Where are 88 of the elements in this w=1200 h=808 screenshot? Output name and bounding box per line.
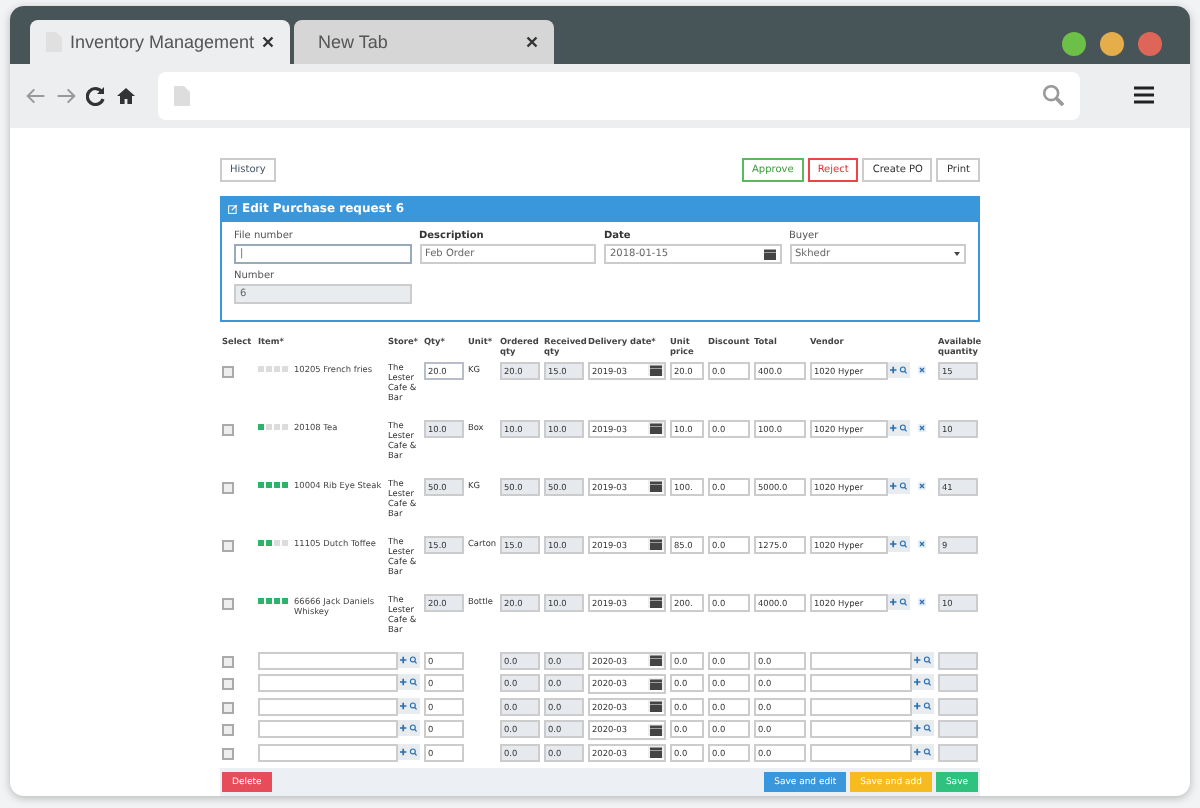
calendar-icon[interactable] (648, 677, 664, 690)
search-icon[interactable] (1042, 84, 1064, 107)
add-search-button[interactable] (888, 593, 910, 609)
calendar-icon[interactable] (648, 422, 664, 435)
vendor-field[interactable] (810, 651, 912, 669)
add-search-button[interactable] (398, 720, 420, 736)
add-search-icon (890, 539, 908, 547)
home-icon[interactable] (116, 85, 136, 106)
reload-icon[interactable] (86, 85, 106, 106)
add-search-icon (914, 678, 932, 686)
remove-icon[interactable] (918, 481, 926, 489)
add-search-button[interactable] (888, 419, 910, 435)
add-search-icon (890, 423, 908, 431)
page-icon (174, 85, 190, 106)
window-button[interactable] (1062, 32, 1086, 56)
add-search-icon (890, 481, 908, 489)
close-icon[interactable] (526, 36, 538, 49)
add-search-icon (890, 597, 908, 605)
add-search-button[interactable] (912, 674, 934, 690)
calendar-icon[interactable] (648, 700, 664, 713)
stock-level-bar (258, 481, 290, 487)
item-field[interactable] (258, 651, 398, 669)
item-field[interactable] (258, 674, 398, 692)
add-search-button[interactable] (398, 697, 420, 713)
add-search-button[interactable] (888, 477, 910, 493)
calendar-icon[interactable] (648, 746, 664, 759)
checkbox[interactable] (222, 678, 234, 690)
browser-tab[interactable]: Inventory Management (30, 20, 290, 65)
available-quantity-field (938, 674, 978, 692)
checkbox[interactable] (222, 597, 234, 609)
add-search-icon (890, 365, 908, 373)
caret-icon (954, 251, 960, 255)
vendor-field[interactable] (810, 697, 912, 715)
checkbox[interactable] (222, 747, 234, 759)
add-search-button[interactable] (398, 743, 420, 759)
add-search-icon (400, 678, 418, 686)
checkbox[interactable] (222, 539, 234, 551)
add-search-icon (914, 655, 932, 663)
checkbox[interactable] (222, 701, 234, 713)
available-quantity-field (938, 697, 978, 715)
add-search-button[interactable] (912, 720, 934, 736)
stock-level-bar (258, 539, 290, 545)
add-search-button[interactable] (888, 361, 910, 377)
vendor-field[interactable] (810, 674, 912, 692)
add-search-icon (914, 701, 932, 709)
available-quantity-field (938, 651, 978, 669)
add-search-button[interactable] (888, 535, 910, 551)
add-search-button[interactable] (398, 651, 420, 667)
calendar-icon[interactable] (648, 480, 664, 493)
calendar-icon[interactable] (648, 654, 664, 667)
vendor-field[interactable] (810, 743, 912, 761)
item-field[interactable] (258, 697, 398, 715)
stock-level-bar (258, 597, 290, 603)
add-search-button[interactable] (398, 674, 420, 690)
add-search-icon (400, 724, 418, 732)
remove-icon[interactable] (918, 597, 926, 605)
checkbox[interactable] (222, 655, 234, 667)
checkbox[interactable] (222, 481, 234, 493)
add-search-button[interactable] (912, 743, 934, 759)
remove-icon[interactable] (918, 539, 926, 547)
add-search-icon (914, 747, 932, 755)
checkbox[interactable] (222, 365, 234, 377)
checkbox[interactable] (222, 423, 234, 435)
window-button[interactable] (1100, 32, 1124, 56)
item-field[interactable] (258, 743, 398, 761)
checkbox[interactable] (222, 724, 234, 736)
close-icon[interactable] (262, 36, 274, 49)
remove-icon[interactable] (918, 365, 926, 373)
edit-icon (228, 204, 238, 214)
stock-level-bar (258, 423, 290, 429)
add-search-icon (400, 655, 418, 663)
available-quantity-field (938, 743, 978, 761)
add-search-icon (400, 701, 418, 709)
add-search-button[interactable] (912, 651, 934, 667)
browser-tab[interactable]: New Tab (294, 20, 554, 65)
calendar-icon[interactable] (648, 723, 664, 736)
menu-icon[interactable] (1134, 86, 1154, 105)
item-field[interactable] (258, 720, 398, 738)
calendar-icon[interactable] (763, 247, 775, 259)
add-search-icon (914, 724, 932, 732)
available-quantity-field (938, 720, 978, 738)
remove-icon[interactable] (918, 423, 926, 431)
calendar-icon[interactable] (648, 364, 664, 377)
calendar-icon[interactable] (648, 596, 664, 609)
calendar-icon[interactable] (648, 538, 664, 551)
vendor-field[interactable] (810, 720, 912, 738)
add-search-icon (400, 747, 418, 755)
add-search-button[interactable] (912, 697, 934, 713)
